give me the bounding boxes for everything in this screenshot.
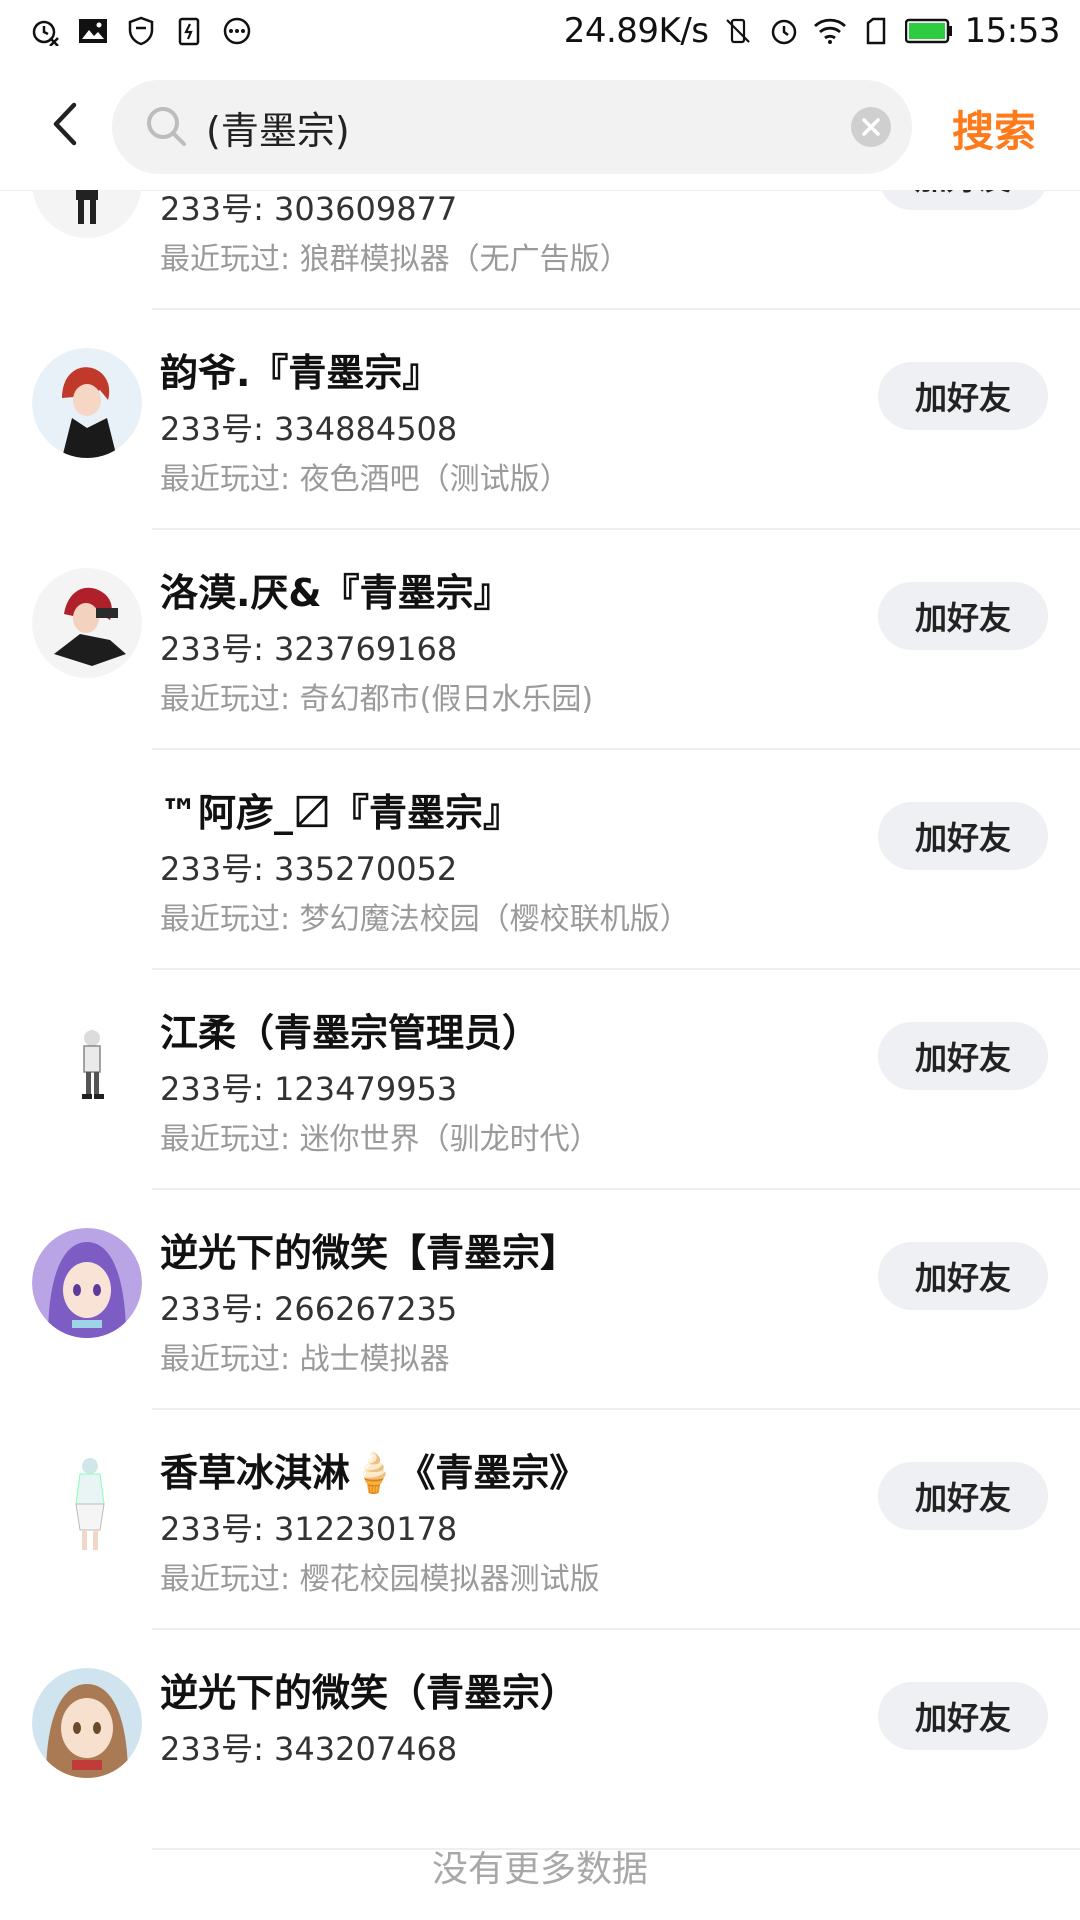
- search-icon: [147, 107, 186, 146]
- user-name: ™阿彦_〼『青墨宗』: [160, 791, 522, 835]
- user-id: 233号: 303609877: [160, 190, 458, 228]
- clear-icon[interactable]: [850, 106, 892, 148]
- user-name: 逆光下的微笑【青墨宗】: [160, 1231, 579, 1275]
- recently-played: 最近玩过: 狼群模拟器（无广告版）: [160, 242, 630, 277]
- avatar[interactable]: [32, 1668, 142, 1778]
- result-list[interactable]: 233号: 303609877 最近玩过: 狼群模拟器（无广告版） 加好友 韵爷…: [0, 190, 1080, 1920]
- user-id: 233号: 335270052: [160, 850, 458, 888]
- network-speed: 24.89K/s: [563, 11, 709, 51]
- recently-played: 最近玩过: 奇幻都市(假日水乐园): [160, 682, 594, 717]
- list-item: 逆光下的微笑【青墨宗】 233号: 266267235 最近玩过: 战士模拟器 …: [0, 1190, 1080, 1410]
- status-bar: 24.89K/s 15:53: [0, 0, 1080, 62]
- recently-played: 最近玩过: 迷你世界（驯龙时代）: [160, 1122, 600, 1157]
- user-name: 江柔（青墨宗管理员）: [160, 1011, 541, 1055]
- add-friend-button[interactable]: 加好友: [878, 1022, 1048, 1090]
- list-item: ™阿彦_〼『青墨宗』 233号: 335270052 最近玩过: 梦幻魔法校园（…: [0, 750, 1080, 970]
- avatar[interactable]: [32, 190, 142, 238]
- list-item: 233号: 303609877 最近玩过: 狼群模拟器（无广告版） 加好友: [0, 190, 1080, 310]
- user-id: 233号: 323769168: [160, 630, 458, 668]
- recently-played: 最近玩过: 梦幻魔法校园（樱校联机版）: [160, 902, 690, 937]
- alarm-off-icon: [28, 14, 62, 48]
- user-id: 233号: 266267235: [160, 1290, 458, 1328]
- avatar[interactable]: [32, 348, 142, 458]
- add-friend-button[interactable]: 加好友: [878, 362, 1048, 430]
- no-more-data-text: 没有更多数据: [431, 1849, 648, 1890]
- add-friend-button[interactable]: 加好友: [878, 802, 1048, 870]
- back-button[interactable]: [34, 92, 94, 156]
- battery-icon: [904, 14, 953, 48]
- status-right-icons: 24.89K/s 15:53: [552, 11, 1061, 51]
- user-id: 233号: 312230178: [160, 1510, 458, 1548]
- user-id: 233号: 343207468: [160, 1730, 458, 1768]
- user-name: 洛漠.厌&『青墨宗』: [160, 571, 512, 615]
- battery-saver-icon: [172, 14, 206, 48]
- list-item: 香草冰淇淋🍦《青墨宗》 233号: 312230178 最近玩过: 樱花校园模拟…: [0, 1410, 1080, 1630]
- list-item: 江柔（青墨宗管理员） 233号: 123479953 最近玩过: 迷你世界（驯龙…: [0, 970, 1080, 1190]
- add-friend-button[interactable]: 加好友: [878, 1242, 1048, 1310]
- user-name: 香草冰淇淋🍦《青墨宗》: [160, 1451, 588, 1495]
- search-button[interactable]: 搜索: [952, 98, 1036, 159]
- sim-icon: [859, 14, 893, 48]
- search-header: 搜索: [0, 62, 1080, 191]
- back-arrow-icon: [53, 102, 77, 146]
- list-item: 韵爷.『青墨宗』 233号: 334884508 最近玩过: 夜色酒吧（测试版）…: [0, 310, 1080, 530]
- user-name: 韵爷.『青墨宗』: [160, 351, 441, 395]
- search-box[interactable]: [112, 80, 912, 174]
- avatar[interactable]: [32, 1448, 142, 1558]
- avatar[interactable]: [32, 1228, 142, 1338]
- add-friend-button[interactable]: 加好友: [878, 582, 1048, 650]
- vibrate-off-icon: [721, 14, 755, 48]
- recently-played: 最近玩过: 战士模拟器: [160, 1342, 450, 1377]
- wifi-icon: [813, 14, 847, 48]
- add-friend-button[interactable]: 加好友: [878, 1682, 1048, 1750]
- user-name: 逆光下的微笑（青墨宗）: [160, 1671, 579, 1715]
- search-input[interactable]: [206, 80, 826, 174]
- more-icon: [220, 14, 254, 48]
- avatar[interactable]: [32, 1008, 142, 1118]
- list-item: 逆光下的微笑（青墨宗） 233号: 343207468 加好友: [0, 1630, 1080, 1850]
- add-friend-button[interactable]: 加好友: [878, 190, 1048, 210]
- user-id: 233号: 334884508: [160, 410, 458, 448]
- status-left-icons: [28, 14, 268, 48]
- recently-played: 最近玩过: 樱花校园模拟器测试版: [160, 1562, 600, 1597]
- list-item: 洛漠.厌&『青墨宗』 233号: 323769168 最近玩过: 奇幻都市(假日…: [0, 530, 1080, 750]
- avatar[interactable]: [32, 568, 142, 678]
- shield-icon: [124, 14, 158, 48]
- recently-played: 最近玩过: 夜色酒吧（测试版）: [160, 462, 570, 497]
- add-friend-button[interactable]: 加好友: [878, 1462, 1048, 1530]
- image-icon: [76, 14, 110, 48]
- clock: 15:53: [964, 11, 1061, 51]
- user-id: 233号: 123479953: [160, 1070, 458, 1108]
- alarm-icon: [767, 14, 801, 48]
